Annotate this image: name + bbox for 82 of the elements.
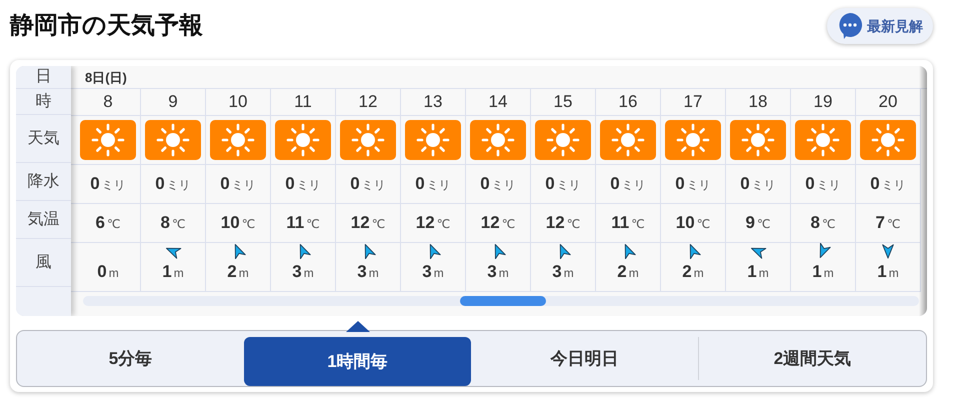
temperature-value: 12℃ xyxy=(416,212,450,234)
precipitation-value: 0 ミリ xyxy=(220,173,256,195)
precipitation-value: 0 ミリ xyxy=(350,173,386,195)
hour-label: 10 xyxy=(228,91,248,114)
hour-label: 9 xyxy=(168,91,178,114)
latest-commentary-button[interactable]: 最新見解 xyxy=(827,8,933,44)
precipitation-value: 0 ミリ xyxy=(805,173,841,195)
temperature-value: 8℃ xyxy=(810,212,836,234)
wind-speed-value: 2 m xyxy=(682,261,704,283)
hour-label: 13 xyxy=(424,91,442,114)
hour-label: 18 xyxy=(748,91,768,114)
precipitation-value: 0 ミリ xyxy=(675,173,711,195)
tab[interactable]: 1時間毎 xyxy=(244,337,471,386)
sun-icon xyxy=(275,120,331,160)
row-label: 気温 xyxy=(28,210,60,230)
temperature-value: 8℃ xyxy=(160,212,186,234)
wind-speed-value: 1 m xyxy=(747,261,769,283)
speech-bubble-icon xyxy=(837,12,863,40)
precipitation-value: 0 ミリ xyxy=(285,173,321,195)
tab[interactable]: 今日明日 xyxy=(471,331,698,386)
date-label: 8日(日) xyxy=(85,70,127,85)
row-label: 降水 xyxy=(28,172,60,192)
temperature-value: 6℃ xyxy=(96,212,120,234)
sun-icon xyxy=(795,120,851,160)
hour-label: 20 xyxy=(878,91,898,114)
wind-speed-value: 0 m xyxy=(97,261,119,283)
temperature-value: 12℃ xyxy=(350,212,386,234)
sun-icon xyxy=(145,120,201,160)
precipitation-value: 0 ミリ xyxy=(155,173,191,195)
temperature-value: 12℃ xyxy=(480,212,516,234)
wind-speed-value: 3 m xyxy=(357,261,379,283)
temperature-value: 9℃ xyxy=(746,212,770,234)
temperature-value: 12℃ xyxy=(546,212,580,234)
wind-speed-value: 1 m xyxy=(162,261,184,283)
row-label: 時 xyxy=(36,92,52,112)
precipitation-value: 0 ミリ xyxy=(415,173,451,195)
hour-label: 19 xyxy=(814,91,832,114)
wind-speed-value: 2 m xyxy=(617,261,639,283)
sun-icon xyxy=(860,120,916,160)
wind-arrow-icon xyxy=(879,243,897,259)
tab[interactable]: 5分毎 xyxy=(17,331,244,386)
hour-label: 17 xyxy=(684,91,702,114)
sun-icon xyxy=(340,120,396,160)
hour-label: 16 xyxy=(618,91,638,114)
precipitation-value: 0 ミリ xyxy=(610,173,646,195)
hour-label: 12 xyxy=(358,91,378,114)
sun-icon xyxy=(470,120,526,160)
sun-icon xyxy=(80,120,136,160)
precipitation-value: 0 ミリ xyxy=(90,173,126,195)
sun-icon xyxy=(730,120,786,160)
temperature-value: 10℃ xyxy=(220,212,256,234)
temperature-value: 11℃ xyxy=(286,212,320,234)
wind-speed-value: 3 m xyxy=(292,261,314,283)
precipitation-value: 0 ミリ xyxy=(740,173,776,195)
hour-label: 11 xyxy=(294,91,312,114)
hour-label: 15 xyxy=(554,91,572,114)
precipitation-value: 0 ミリ xyxy=(870,173,906,195)
page-title: 静岡市の天気予報 xyxy=(10,12,203,40)
pointer-icon xyxy=(346,321,370,332)
row-label: 風 xyxy=(36,252,52,272)
wind-speed-value: 3 m xyxy=(487,261,509,283)
sun-icon xyxy=(210,120,266,160)
wind-speed-value: 3 m xyxy=(552,261,574,283)
temperature-value: 11℃ xyxy=(611,212,645,234)
hour-label: 8 xyxy=(103,91,113,114)
precipitation-value: 0 ミリ xyxy=(480,173,516,195)
sun-icon xyxy=(665,120,721,160)
precipitation-value: 0 ミリ xyxy=(545,173,581,195)
wind-speed-value: 2 m xyxy=(227,261,249,283)
hour-label: 14 xyxy=(488,91,508,114)
sun-icon xyxy=(405,120,461,160)
wind-speed-value: 1 m xyxy=(812,261,834,283)
tab[interactable]: 2週間天気 xyxy=(699,331,926,386)
row-label: 日 xyxy=(36,67,52,87)
sun-icon xyxy=(535,120,591,160)
sun-icon xyxy=(600,120,656,160)
temperature-value: 7℃ xyxy=(876,212,900,234)
wind-speed-value: 3 m xyxy=(422,261,444,283)
wind-speed-value: 1 m xyxy=(877,261,899,283)
scrollbar-thumb[interactable] xyxy=(460,296,546,306)
temperature-value: 10℃ xyxy=(676,212,710,234)
row-label: 天気 xyxy=(28,128,60,148)
